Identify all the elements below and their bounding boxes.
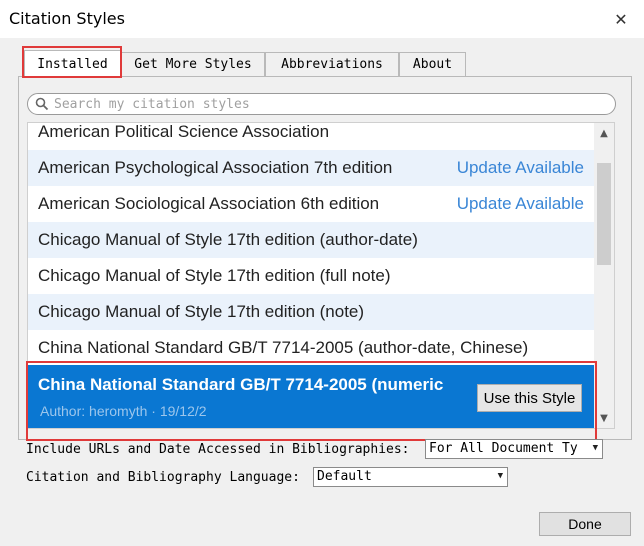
style-name: American Political Science Association <box>38 122 330 141</box>
chevron-down-icon: ▼ <box>497 471 503 481</box>
chevron-down-icon: ▼ <box>592 443 598 453</box>
style-row[interactable]: American Psychological Association 7th e… <box>28 150 594 186</box>
search-input[interactable] <box>54 95 604 113</box>
language-dropdown[interactable]: Default ▼ <box>313 467 508 487</box>
search-field[interactable] <box>27 93 616 115</box>
style-row[interactable]: American Sociological Association 6th ed… <box>28 186 594 222</box>
urls-dropdown[interactable]: For All Document Ty ▼ <box>425 439 603 459</box>
urls-dropdown-value: For All Document Ty <box>429 441 578 456</box>
language-dropdown-value: Default <box>317 469 372 484</box>
done-button[interactable]: Done <box>539 512 631 536</box>
style-row[interactable]: Chicago Manual of Style 17th edition (fu… <box>28 258 594 294</box>
close-icon[interactable]: ✕ <box>614 10 627 29</box>
style-name: American Psychological Association 7th e… <box>38 158 393 177</box>
style-name: Chicago Manual of Style 17th edition (au… <box>38 230 418 249</box>
style-author: Author: heromyth · 19/12/2 <box>40 403 207 419</box>
window-title: Citation Styles <box>9 9 125 28</box>
tab-abbreviations[interactable]: Abbreviations <box>265 52 399 76</box>
search-icon <box>35 97 49 111</box>
style-name: China National Standard GB/T 7714-2005 (… <box>38 338 529 357</box>
update-available-link[interactable]: Update Available <box>457 158 584 178</box>
style-row[interactable]: Chicago Manual of Style 17th edition (no… <box>28 294 594 330</box>
style-name: China National Standard GB/T 7714-2005 (… <box>38 375 444 394</box>
vertical-scrollbar[interactable]: ▲ ▼ <box>594 123 614 428</box>
scroll-up-icon[interactable]: ▲ <box>594 123 614 143</box>
use-this-style-button[interactable]: Use this Style <box>477 384 582 412</box>
style-row[interactable]: Chicago Manual of Style 17th edition (au… <box>28 222 594 258</box>
update-available-link[interactable]: Update Available <box>457 194 584 214</box>
tab-about[interactable]: About <box>399 52 466 76</box>
language-label: Citation and Bibliography Language: <box>26 470 300 485</box>
tab-get-more-styles[interactable]: Get More Styles <box>121 52 265 76</box>
close-button[interactable]: ✕ <box>598 0 644 38</box>
scroll-down-icon[interactable]: ▼ <box>594 408 614 428</box>
scrollbar-thumb[interactable] <box>597 163 611 265</box>
style-row[interactable]: American Political Science Association <box>28 122 594 150</box>
style-row[interactable]: China National Standard GB/T 7714-2005 (… <box>28 330 594 366</box>
style-name: Chicago Manual of Style 17th edition (fu… <box>38 266 391 285</box>
tab-installed[interactable]: Installed <box>24 50 121 77</box>
urls-label: Include URLs and Date Accessed in Biblio… <box>26 442 410 457</box>
style-name: American Sociological Association 6th ed… <box>38 194 380 213</box>
title-bar: Citation Styles ✕ <box>0 0 644 38</box>
selected-style-row[interactable]: China National Standard GB/T 7714-2005 (… <box>28 365 594 428</box>
style-list: American Political Science Association A… <box>27 122 615 429</box>
style-name: Chicago Manual of Style 17th edition (no… <box>38 302 365 321</box>
